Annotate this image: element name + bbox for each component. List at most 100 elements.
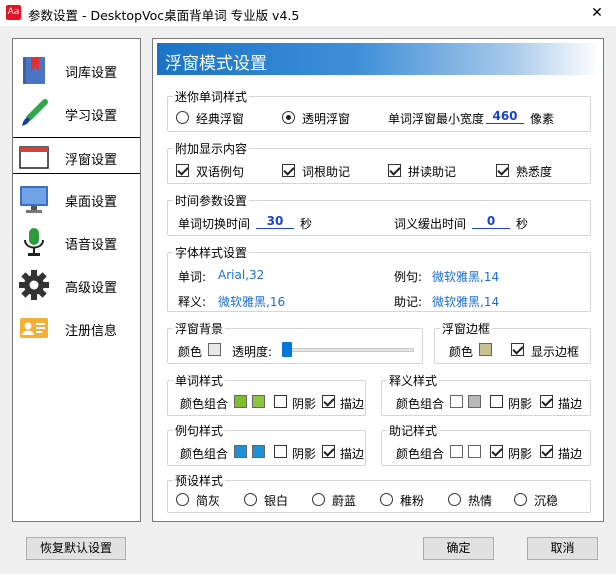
group-mini-style: 迷你单词样式 经典浮窗 透明浮窗 单词浮窗最小宽度 460 像素 <box>167 88 591 132</box>
preset-label: 简灰 <box>196 494 221 508</box>
opacity-slider-thumb[interactable] <box>282 342 292 357</box>
checkbox-label: 词根助记 <box>302 165 351 179</box>
font-label: 助记: <box>394 295 423 309</box>
preset-radio[interactable] <box>380 493 393 506</box>
gear-icon <box>19 270 49 300</box>
settings-window: Aa 参数设置 - DesktopVoc桌面背单词 专业版 v4.5 ✕ 词库设… <box>0 0 616 574</box>
group-title: 迷你单词样式 <box>173 88 250 105</box>
preset-radio[interactable] <box>312 493 325 506</box>
sidebar-item-float-window[interactable]: 浮窗设置 <box>13 137 140 174</box>
font-label: 释义: <box>178 295 207 309</box>
group-title: 字体样式设置 <box>173 244 250 261</box>
checkbox-root-mnemonic[interactable] <box>282 164 295 177</box>
sidebar-item-desktop[interactable]: 桌面设置 <box>13 180 140 217</box>
sidebar-item-label: 词库设置 <box>65 66 118 81</box>
window-title: 参数设置 - DesktopVoc桌面背单词 专业版 v4.5 <box>28 8 300 23</box>
sidebar-item-label: 高级设置 <box>65 281 118 296</box>
cancel-button[interactable]: 取消 <box>527 537 598 560</box>
background-color-swatch[interactable] <box>208 343 221 356</box>
book-icon <box>23 57 45 84</box>
main-panel: 浮窗模式设置 迷你单词样式 经典浮窗 透明浮窗 单词浮窗最小宽度 460 像素 … <box>152 38 604 522</box>
checkbox-label: 阴影 <box>508 447 533 461</box>
checkbox-stroke[interactable] <box>322 445 335 458</box>
id-card-icon <box>20 318 48 338</box>
group-preset-styles: 预设样式 简灰 银白 蔚蓝 稚粉 热情 沉稳 <box>167 472 591 513</box>
reset-defaults-button[interactable]: 恢复默认设置 <box>26 537 126 560</box>
unit-label: 像素 <box>530 112 555 126</box>
radio-transparent[interactable] <box>282 111 295 124</box>
group-title: 时间参数设置 <box>173 192 250 209</box>
app-icon: Aa <box>6 5 21 20</box>
checkbox-label: 拼读助记 <box>408 165 457 179</box>
group-float-background: 浮窗背景 颜色 透明度: <box>167 320 423 364</box>
opacity-slider-track[interactable] <box>282 348 414 352</box>
meaning-font-link[interactable]: 微软雅黑,16 <box>218 293 285 310</box>
preset-radio[interactable] <box>244 493 257 506</box>
color-swatch-secondary[interactable] <box>468 395 481 408</box>
checkbox-shadow[interactable] <box>274 395 287 408</box>
color-label: 颜色 <box>449 345 474 359</box>
border-color-swatch[interactable] <box>479 343 492 356</box>
checkbox-shadow[interactable] <box>274 445 287 458</box>
checkbox-stroke[interactable] <box>540 395 553 408</box>
min-width-label: 单词浮窗最小宽度 <box>388 112 485 126</box>
checkbox-label: 阴影 <box>508 397 533 411</box>
word-font-link[interactable]: Arial,32 <box>218 268 264 282</box>
sidebar-item-registration[interactable]: 注册信息 <box>13 309 140 346</box>
page-title: 浮窗模式设置 <box>165 54 267 74</box>
preset-label: 热情 <box>468 494 493 508</box>
switch-time-input[interactable]: 30 <box>256 214 294 229</box>
preset-label: 沉稳 <box>534 494 559 508</box>
delay-time-label: 词义缓出时间 <box>394 217 467 231</box>
preset-radio[interactable] <box>176 493 189 506</box>
color-label: 颜色 <box>178 345 203 359</box>
unit-label: 秒 <box>300 217 313 231</box>
radio-classic[interactable] <box>176 111 189 124</box>
close-button[interactable]: ✕ <box>578 0 616 26</box>
example-font-link[interactable]: 微软雅黑,14 <box>432 268 499 285</box>
group-float-border: 浮窗边框 颜色 显示边框 <box>434 320 591 364</box>
group-title: 附加显示内容 <box>173 140 250 157</box>
preset-radio[interactable] <box>448 493 461 506</box>
color-swatch-secondary[interactable] <box>468 445 481 458</box>
sidebar-item-advanced[interactable]: 高级设置 <box>13 266 140 303</box>
min-width-input[interactable]: 460 <box>486 109 524 124</box>
window-icon <box>19 146 49 169</box>
delay-time-input[interactable]: 0 <box>472 214 510 229</box>
color-swatch-primary[interactable] <box>234 395 247 408</box>
checkbox-stroke[interactable] <box>322 395 335 408</box>
opacity-label: 透明度: <box>232 345 273 359</box>
sidebar-item-vocab[interactable]: 词库设置 <box>13 51 140 88</box>
color-combo-label: 颜色组合 <box>180 447 229 461</box>
sidebar-item-label: 浮窗设置 <box>65 153 118 168</box>
color-swatch-primary[interactable] <box>450 445 463 458</box>
checkbox-stroke[interactable] <box>540 445 553 458</box>
color-swatch-primary[interactable] <box>234 445 247 458</box>
checkbox-shadow[interactable] <box>490 445 503 458</box>
section-header: 浮窗模式设置 <box>157 43 599 75</box>
sidebar-item-label: 学习设置 <box>65 109 118 124</box>
ok-button[interactable]: 确定 <box>423 537 494 560</box>
color-swatch-primary[interactable] <box>450 395 463 408</box>
sidebar-item-voice[interactable]: 语音设置 <box>13 223 140 260</box>
checkbox-familiarity[interactable] <box>496 164 509 177</box>
checkbox-show-border[interactable] <box>511 343 524 356</box>
color-swatch-secondary[interactable] <box>252 445 265 458</box>
group-title: 释义样式 <box>387 372 440 389</box>
sidebar-item-study[interactable]: 学习设置 <box>13 94 140 131</box>
color-combo-label: 颜色组合 <box>396 447 445 461</box>
group-title: 助记样式 <box>387 422 440 439</box>
color-swatch-secondary[interactable] <box>252 395 265 408</box>
group-title: 例句样式 <box>173 422 226 439</box>
checkbox-bilingual-examples[interactable] <box>176 164 189 177</box>
checkbox-label: 阴影 <box>292 447 317 461</box>
preset-radio[interactable] <box>514 493 527 506</box>
font-label: 单词: <box>178 270 207 284</box>
checkbox-spelling-mnemonic[interactable] <box>388 164 401 177</box>
mnemonic-font-link[interactable]: 微软雅黑,14 <box>432 293 499 310</box>
checkbox-shadow[interactable] <box>490 395 503 408</box>
font-label: 例句: <box>394 270 423 284</box>
unit-label: 秒 <box>516 217 529 231</box>
checkbox-label: 显示边框 <box>531 345 580 359</box>
title-bar: Aa 参数设置 - DesktopVoc桌面背单词 专业版 v4.5 ✕ <box>0 0 616 26</box>
